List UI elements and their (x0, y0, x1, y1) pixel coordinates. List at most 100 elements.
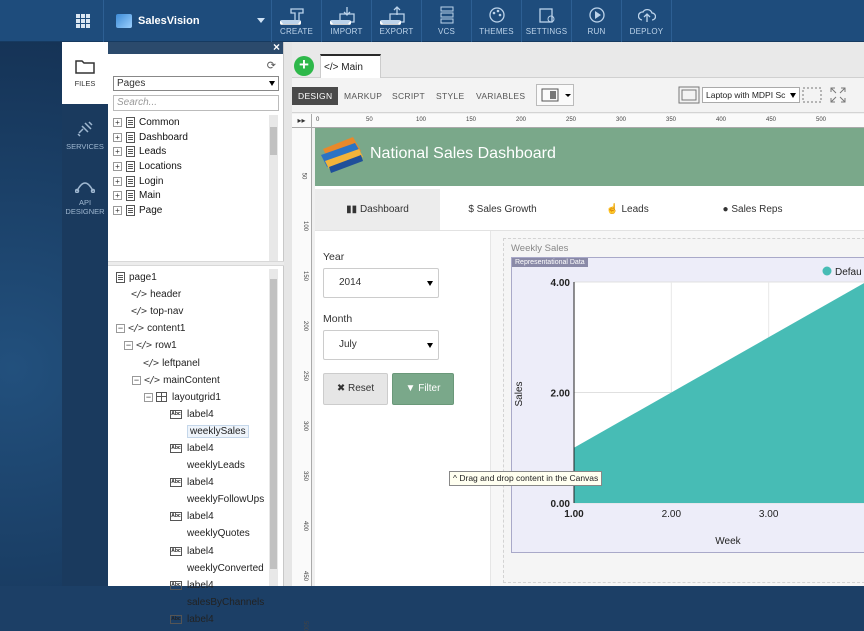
toolbar-settings-button[interactable]: SETTINGS (522, 0, 572, 42)
toolbar-deploy-button[interactable]: DEPLOY (622, 0, 672, 42)
outline-item[interactable]: weeklyFollowUps (108, 491, 274, 508)
vertical-ruler: 50 100 150 200 250 300 350 400 450 500 (292, 128, 312, 631)
rail-api-designer[interactable]: API DESIGNER (62, 166, 108, 228)
weekly-sales-chart[interactable]: Representational Data 0.00 2.00 4.00 1.00 2.… (511, 257, 864, 553)
layout-toggle-button[interactable] (536, 84, 574, 106)
page-item[interactable]: + Locations (113, 159, 273, 174)
outline-item[interactable]: weeklyLeads (108, 457, 274, 474)
y-axis-title: Sales (514, 381, 525, 406)
page-item[interactable]: + Leads (113, 144, 273, 159)
outline-item[interactable]: Abc label4 (108, 543, 274, 560)
pages-scrollbar[interactable] (269, 115, 278, 261)
mode-variables-button[interactable]: VARIABLES (470, 87, 531, 105)
filter-button[interactable]: ▼ Filter (392, 373, 454, 405)
rail-files[interactable]: FILES (62, 42, 108, 104)
outline-item[interactable]: − </> content1 (108, 320, 274, 337)
outline-item[interactable]: Abc label4 (108, 440, 274, 457)
outline-item-label: row1 (155, 340, 177, 352)
page-item[interactable]: + Login (113, 174, 273, 189)
collapse-icon[interactable]: − (144, 392, 153, 402)
toolbar-vcs-button[interactable]: VCS (422, 0, 472, 42)
device-frame-icon[interactable] (678, 86, 700, 104)
main-content: Weekly Sales Representational Data 0.00 2… (490, 231, 864, 586)
collapse-icon[interactable]: − (124, 341, 133, 351)
ruler-tick-label: 100 (416, 117, 427, 123)
markup-icon: </> (131, 306, 147, 318)
close-icon[interactable]: × (273, 40, 280, 54)
expand-icon[interactable]: + (113, 191, 122, 201)
outline-item[interactable]: </> top-nav (108, 303, 274, 320)
year-select[interactable]: 2014 (323, 268, 439, 298)
mode-markup-button[interactable]: MARKUP (338, 87, 388, 105)
toolbar-export-button[interactable]: EXPORT (372, 0, 422, 42)
pages-scroll-thumb[interactable] (270, 127, 277, 155)
outline-item[interactable]: − layoutgrid1 (108, 389, 274, 406)
page-item[interactable]: + Dashboard (113, 130, 273, 145)
outline-item[interactable]: − </> row1 (108, 337, 274, 354)
panel-gutter[interactable] (284, 42, 292, 586)
toolbar-run-button[interactable]: RUN (572, 0, 622, 42)
month-select[interactable]: July (323, 330, 439, 360)
nav-sales-growth-label: Sales Growth (476, 204, 537, 215)
device-select[interactable]: Laptop with MDPI Sc (702, 87, 800, 103)
toolbar-create-button[interactable]: CREATE (272, 0, 322, 42)
outline-item[interactable]: weeklySales (108, 423, 274, 440)
outline-item[interactable]: − </> mainContent (108, 372, 274, 389)
outline-item-label: mainContent (163, 374, 220, 386)
outline-item[interactable]: Abc label4 (108, 474, 274, 491)
expand-icon[interactable]: + (113, 132, 122, 142)
nav-dashboard[interactable]: ▮▮ Dashboard (315, 189, 440, 230)
ruler-tick-label: 200 (516, 117, 527, 123)
y-tick-label: 2.00 (551, 389, 571, 400)
panel-splitter[interactable] (108, 261, 284, 266)
expand-icon[interactable]: + (113, 147, 122, 157)
expand-icon[interactable]: + (113, 161, 122, 171)
design-canvas[interactable]: National Sales Dashboard ▮▮ Dashboard $ … (315, 128, 864, 586)
outline-scrollbar[interactable] (269, 269, 278, 586)
outline-item[interactable]: </> leftpanel (108, 354, 274, 371)
mode-script-button[interactable]: SCRIPT (386, 87, 431, 105)
mode-style-button[interactable]: STYLE (430, 87, 470, 105)
pages-select[interactable]: Pages (113, 76, 279, 91)
search-input[interactable]: Search... (113, 95, 279, 111)
outline-item[interactable]: weeklyQuotes (108, 525, 274, 542)
page-item[interactable]: + Common (113, 115, 273, 130)
fullscreen-icon[interactable] (830, 87, 846, 103)
nav-sales-growth[interactable]: $ Sales Growth (440, 189, 565, 230)
outline-item[interactable]: Abc label4 (108, 577, 274, 594)
tab-main[interactable]: </> Main (320, 54, 381, 79)
outline-item[interactable]: </> header (108, 286, 274, 303)
toolbar-import-button[interactable]: IMPORT (322, 0, 372, 42)
outline-item-label: label4 (187, 477, 214, 489)
ruler-tick-label: 200 (302, 320, 309, 332)
page-item[interactable]: + Page (113, 203, 273, 218)
refresh-icon[interactable]: ⟳ (267, 59, 276, 72)
filter-icon: ▼ (405, 383, 416, 394)
weekly-sales-label: Weekly Sales (511, 243, 569, 254)
page-item[interactable]: + Main (113, 188, 273, 203)
nav-sales-reps[interactable]: ● Sales Reps (690, 189, 815, 230)
outline-item[interactable]: page1 (108, 269, 274, 286)
outline-item[interactable]: Abc label4 (108, 508, 274, 525)
outline-item[interactable]: Abc label4 (108, 611, 274, 628)
rail-services[interactable]: SERVICES (62, 104, 108, 166)
expand-icon[interactable]: + (113, 205, 122, 215)
expand-icon[interactable]: + (113, 176, 122, 186)
outline-item[interactable]: weeklyConverted (108, 560, 274, 577)
project-selector[interactable]: SalesVision (104, 0, 272, 42)
nav-leads[interactable]: ☝ Leads (565, 189, 690, 230)
frame-select-icon[interactable] (802, 87, 824, 103)
collapse-icon[interactable]: − (116, 324, 125, 334)
left-panel: Year 2014 Month July ✖ Reset ▼ Filter (315, 231, 490, 586)
outline-item[interactable]: Abc label4 (108, 406, 274, 423)
outline-scroll-thumb[interactable] (270, 279, 277, 569)
reset-button[interactable]: ✖ Reset (323, 373, 388, 405)
apps-grid-button[interactable] (62, 0, 104, 42)
ruler-tick-label: 250 (302, 370, 309, 382)
collapse-icon[interactable]: − (132, 375, 141, 385)
expand-icon[interactable]: + (113, 117, 122, 127)
outline-item[interactable]: salesByChannels (108, 594, 274, 611)
add-page-button[interactable]: + (294, 56, 314, 76)
mode-design-button[interactable]: DESIGN (292, 87, 339, 105)
toolbar-themes-button[interactable]: THEMES (472, 0, 522, 42)
